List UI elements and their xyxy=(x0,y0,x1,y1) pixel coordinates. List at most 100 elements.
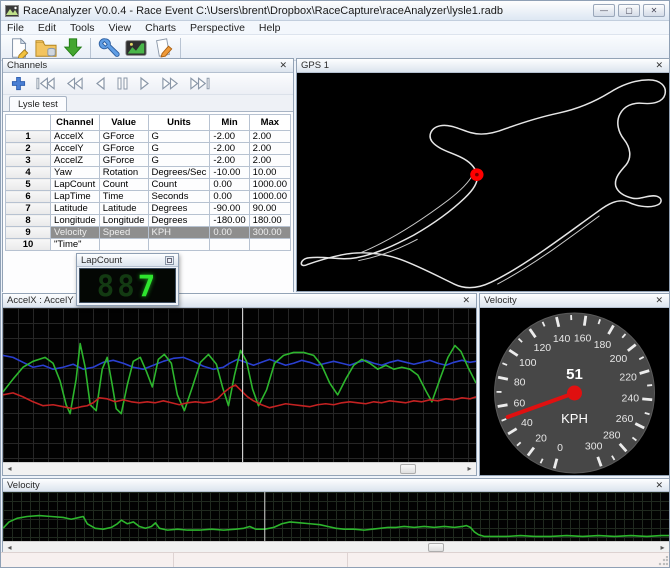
cell[interactable]: -2.00 xyxy=(210,155,249,167)
cell[interactable]: AccelX xyxy=(51,131,100,143)
table-row[interactable]: 2AccelYGForceG-2.002.00 xyxy=(6,143,291,155)
menu-tools[interactable]: Tools xyxy=(70,22,104,34)
col-header-row-number[interactable] xyxy=(6,115,51,131)
cell[interactable]: -2.00 xyxy=(210,143,249,155)
cell[interactable]: G xyxy=(148,143,210,155)
cell[interactable]: KPH xyxy=(148,227,210,239)
row-number-cell[interactable]: 5 xyxy=(6,179,51,191)
table-row[interactable]: 1AccelXGForceG-2.002.00 xyxy=(6,131,291,143)
import-data-icon[interactable] xyxy=(59,36,86,60)
menu-edit[interactable]: Edit xyxy=(38,22,65,34)
cell[interactable]: LapCount xyxy=(51,179,100,191)
cell[interactable]: G xyxy=(148,155,210,167)
cell[interactable]: 90.00 xyxy=(249,203,290,215)
edit-script-icon[interactable] xyxy=(149,36,176,60)
cell[interactable]: 2.00 xyxy=(249,143,290,155)
cell[interactable]: Yaw xyxy=(51,167,100,179)
table-row[interactable]: 3AccelZGForceG-2.002.00 xyxy=(6,155,291,167)
col-header-Value[interactable]: Value xyxy=(99,115,148,131)
row-number-cell[interactable]: 4 xyxy=(6,167,51,179)
menu-charts[interactable]: Charts xyxy=(145,22,185,34)
cell[interactable]: 2.00 xyxy=(249,131,290,143)
menu-perspective[interactable]: Perspective xyxy=(190,22,254,34)
skip-end-icon[interactable] xyxy=(189,76,210,91)
cell[interactable]: GForce xyxy=(99,155,148,167)
channels-close-icon[interactable]: ✕ xyxy=(277,60,289,71)
new-file-icon[interactable] xyxy=(5,36,32,60)
open-folder-icon[interactable] xyxy=(32,36,59,60)
cell[interactable]: 0.00 xyxy=(210,227,249,239)
cell[interactable]: Latitude xyxy=(99,203,148,215)
cell[interactable]: Longitude xyxy=(51,215,100,227)
titlebar[interactable]: RaceAnalyzer V0.0.4 - Race Event C:\User… xyxy=(1,1,669,21)
cell[interactable]: Rotation xyxy=(99,167,148,179)
cell[interactable]: Count xyxy=(99,179,148,191)
rewind-icon[interactable] xyxy=(65,76,84,91)
cell[interactable]: 300.00 xyxy=(249,227,290,239)
row-number-cell[interactable]: 6 xyxy=(6,191,51,203)
cell[interactable]: -10.00 xyxy=(210,167,249,179)
cell[interactable]: Count xyxy=(148,179,210,191)
table-row[interactable]: 5LapCountCountCount0.001000.00 xyxy=(6,179,291,191)
gauge-close-icon[interactable]: ✕ xyxy=(653,295,665,306)
cell[interactable]: Seconds xyxy=(148,191,210,203)
fast-forward-icon[interactable] xyxy=(161,76,180,91)
cell[interactable]: Velocity xyxy=(51,227,100,239)
cell[interactable]: 0.00 xyxy=(210,179,249,191)
maximize-button[interactable]: ▢ xyxy=(618,4,640,17)
cell[interactable]: -2.00 xyxy=(210,131,249,143)
cell[interactable]: "Time" xyxy=(51,239,100,251)
row-number-cell[interactable]: 9 xyxy=(6,227,51,239)
menu-file[interactable]: File xyxy=(7,22,33,34)
cell[interactable] xyxy=(249,239,290,251)
row-number-cell[interactable]: 8 xyxy=(6,215,51,227)
cell[interactable]: 2.00 xyxy=(249,155,290,167)
cell[interactable]: 10.00 xyxy=(249,167,290,179)
cell[interactable]: Longitude xyxy=(99,215,148,227)
row-number-cell[interactable]: 3 xyxy=(6,155,51,167)
row-number-cell[interactable]: 1 xyxy=(6,131,51,143)
resize-grip[interactable] xyxy=(658,556,668,566)
gps-close-icon[interactable]: ✕ xyxy=(653,60,665,71)
cell[interactable]: AccelZ xyxy=(51,155,100,167)
cell[interactable]: -90.00 xyxy=(210,203,249,215)
cell[interactable]: 0.00 xyxy=(210,191,249,203)
table-row[interactable]: 8LongitudeLongitudeDegrees-180.00180.00 xyxy=(6,215,291,227)
cell[interactable] xyxy=(148,239,210,251)
cell[interactable]: LapTime xyxy=(51,191,100,203)
step-back-icon[interactable] xyxy=(93,76,107,91)
menu-help[interactable]: Help xyxy=(259,22,290,34)
cell[interactable]: Degrees xyxy=(148,215,210,227)
col-header-Units[interactable]: Units xyxy=(148,115,210,131)
tab-lysle-test[interactable]: Lysle test xyxy=(9,96,67,111)
table-row[interactable]: 7LatitudeLatitudeDegrees-90.0090.00 xyxy=(6,203,291,215)
row-number-cell[interactable]: 7 xyxy=(6,203,51,215)
configure-wrench-icon[interactable] xyxy=(95,36,122,60)
lapcount-window[interactable]: LapCount 887 xyxy=(76,253,179,306)
cell[interactable]: 1000.00 xyxy=(249,191,290,203)
col-header-Min[interactable]: Min xyxy=(210,115,249,131)
cell[interactable] xyxy=(210,239,249,251)
cell[interactable]: Degrees/Sec xyxy=(148,167,210,179)
menu-view[interactable]: View xyxy=(109,22,141,34)
cell[interactable]: GForce xyxy=(99,131,148,143)
cell[interactable]: Latitude xyxy=(51,203,100,215)
col-header-Max[interactable]: Max xyxy=(249,115,290,131)
table-row[interactable]: 4YawRotationDegrees/Sec-10.0010.00 xyxy=(6,167,291,179)
cell[interactable]: GForce xyxy=(99,143,148,155)
table-row[interactable]: 6LapTimeTimeSeconds0.001000.00 xyxy=(6,191,291,203)
cell[interactable]: -180.00 xyxy=(210,215,249,227)
velocity-scroll-thumb[interactable] xyxy=(428,543,444,552)
cell[interactable]: Time xyxy=(99,191,148,203)
cell[interactable]: 1000.00 xyxy=(249,179,290,191)
cell[interactable]: Degrees xyxy=(148,203,210,215)
row-number-cell[interactable]: 10 xyxy=(6,239,51,251)
cell[interactable]: AccelY xyxy=(51,143,100,155)
cell[interactable]: Speed xyxy=(99,227,148,239)
lapcount-titlebar[interactable]: LapCount xyxy=(77,254,178,267)
table-row[interactable]: 10"Time" xyxy=(6,239,291,251)
cell[interactable]: G xyxy=(148,131,210,143)
col-header-Channel[interactable]: Channel xyxy=(51,115,100,131)
close-button[interactable]: ✕ xyxy=(643,4,665,17)
accel-chart-scrollbar[interactable]: ◂ ▸ xyxy=(3,462,476,475)
